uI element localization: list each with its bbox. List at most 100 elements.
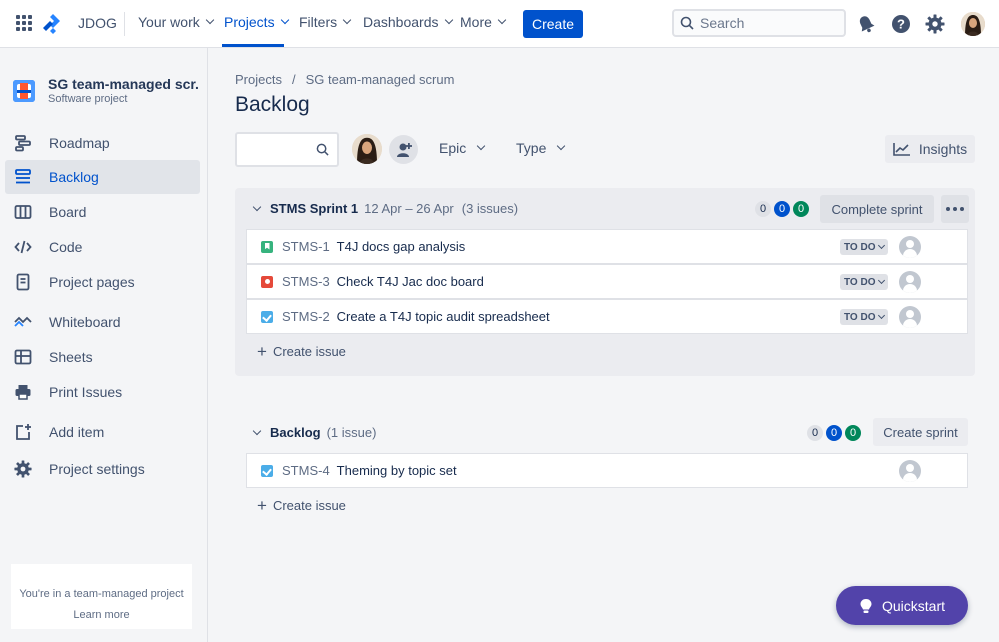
status-dropdown[interactable]: TO DO bbox=[840, 239, 889, 255]
issue-key[interactable]: STMS-1 bbox=[282, 239, 330, 254]
create-issue-button[interactable]: + Create issue bbox=[257, 342, 346, 361]
create-issue-label: Create issue bbox=[272, 498, 346, 513]
page-title: Backlog bbox=[235, 93, 310, 116]
nav-more[interactable]: More bbox=[460, 14, 507, 30]
more-actions-icon[interactable] bbox=[941, 195, 969, 223]
roadmap-icon bbox=[13, 133, 33, 153]
sidebar-item-board[interactable]: Board bbox=[5, 195, 200, 229]
create-button[interactable]: Create bbox=[523, 10, 583, 38]
assignee-avatar[interactable] bbox=[899, 306, 921, 328]
nav-projects[interactable]: Projects bbox=[224, 14, 289, 30]
plus-icon: + bbox=[257, 496, 267, 515]
issue-row[interactable]: STMS-3 Check T4J Jac doc board TO DO bbox=[246, 264, 968, 299]
sidebar-item-whiteboard[interactable]: Whiteboard bbox=[5, 305, 200, 339]
breadcrumb-project[interactable]: SG team-managed scrum bbox=[306, 72, 455, 87]
user-avatar[interactable] bbox=[961, 12, 985, 36]
chevron-down-icon bbox=[444, 15, 453, 25]
printer-icon bbox=[13, 382, 33, 402]
complete-sprint-button[interactable]: Complete sprint bbox=[820, 195, 934, 223]
project-name[interactable]: SG team-managed scr... bbox=[48, 76, 198, 92]
sheets-icon bbox=[13, 347, 33, 367]
project-avatar[interactable] bbox=[13, 80, 35, 102]
assignee-filter-avatar[interactable] bbox=[352, 134, 382, 164]
nav-label: Filters bbox=[299, 14, 338, 30]
done-count: 0 bbox=[845, 425, 861, 441]
backlog-status-counts: 0 0 0 bbox=[807, 425, 861, 441]
sidebar-item-label: Project settings bbox=[49, 461, 145, 477]
search-input[interactable]: Search bbox=[672, 9, 846, 37]
task-icon bbox=[261, 464, 273, 477]
sidebar-item-code[interactable]: Code bbox=[5, 230, 200, 264]
issue-key[interactable]: STMS-4 bbox=[282, 463, 330, 478]
story-icon bbox=[261, 240, 273, 253]
status-dropdown[interactable]: TO DO bbox=[840, 274, 889, 290]
status-label: TO DO bbox=[844, 276, 876, 288]
project-type: Software project bbox=[48, 93, 128, 105]
nav-divider bbox=[124, 12, 125, 36]
issue-row[interactable]: STMS-4 Theming by topic set bbox=[246, 453, 968, 488]
issue-summary: Theming by topic set bbox=[336, 463, 457, 478]
learn-more-link[interactable]: Learn more bbox=[11, 609, 192, 621]
chevron-down-icon bbox=[252, 202, 262, 211]
sidebar-item-add-item[interactable]: Add item bbox=[5, 415, 200, 449]
bug-icon bbox=[261, 275, 273, 288]
whiteboard-icon bbox=[13, 312, 33, 332]
issue-key[interactable]: STMS-2 bbox=[282, 309, 330, 324]
jira-logo[interactable] bbox=[43, 12, 63, 36]
nav-label: Dashboards bbox=[363, 14, 439, 30]
assignee-avatar[interactable] bbox=[899, 271, 921, 293]
sidebar-item-roadmap[interactable]: Roadmap bbox=[5, 126, 200, 160]
nav-dashboards[interactable]: Dashboards bbox=[363, 14, 453, 30]
epic-filter-label: Epic bbox=[439, 140, 467, 156]
breadcrumb-separator: / bbox=[291, 72, 296, 87]
app-switcher-icon[interactable] bbox=[16, 15, 32, 31]
insights-button[interactable]: Insights bbox=[885, 135, 975, 163]
sidebar-item-print-issues[interactable]: Print Issues bbox=[5, 375, 200, 409]
sprint-header[interactable]: STMS Sprint 1 12 Apr – 26 Apr (3 issues) bbox=[252, 201, 518, 216]
sidebar-item-project-pages[interactable]: Project pages bbox=[5, 265, 200, 299]
sprint-dates: 12 Apr – 26 Apr bbox=[364, 201, 454, 216]
nav-your-work[interactable]: Your work bbox=[138, 14, 214, 30]
search-placeholder: Search bbox=[700, 15, 745, 31]
create-sprint-button[interactable]: Create sprint bbox=[873, 418, 968, 446]
chevron-down-icon bbox=[476, 141, 486, 151]
notifications-icon[interactable] bbox=[854, 12, 878, 36]
page-icon bbox=[13, 272, 33, 292]
plus-icon: + bbox=[257, 342, 267, 361]
site-name[interactable]: JDOG bbox=[78, 15, 117, 31]
active-nav-indicator bbox=[222, 44, 284, 47]
todo-count: 0 bbox=[807, 425, 823, 441]
issue-key[interactable]: STMS-3 bbox=[282, 274, 330, 289]
status-dropdown[interactable]: TO DO bbox=[840, 309, 889, 325]
help-icon[interactable]: ? bbox=[889, 12, 913, 36]
quickstart-button[interactable]: Quickstart bbox=[836, 586, 968, 625]
sidebar-item-label: Sheets bbox=[49, 349, 93, 365]
status-label: TO DO bbox=[844, 241, 876, 253]
type-filter-label: Type bbox=[516, 140, 547, 156]
nav-filters[interactable]: Filters bbox=[299, 14, 352, 30]
settings-gear-icon[interactable] bbox=[923, 12, 947, 36]
epic-filter[interactable]: Epic bbox=[439, 140, 486, 156]
team-managed-text: You're in a team-managed project bbox=[19, 588, 184, 600]
issue-row[interactable]: STMS-2 Create a T4J topic audit spreadsh… bbox=[246, 299, 968, 334]
chevron-down-icon bbox=[252, 426, 262, 435]
type-filter[interactable]: Type bbox=[516, 140, 566, 156]
svg-text:?: ? bbox=[897, 17, 905, 32]
chevron-down-icon bbox=[205, 15, 214, 25]
issue-row[interactable]: STMS-1 T4J docs gap analysis TO DO bbox=[246, 229, 968, 264]
breadcrumb-projects[interactable]: Projects bbox=[235, 72, 282, 87]
add-people-icon[interactable] bbox=[389, 135, 418, 164]
assignee-avatar[interactable] bbox=[899, 236, 921, 258]
assignee-avatar[interactable] bbox=[899, 460, 921, 482]
in-progress-count: 0 bbox=[774, 201, 790, 217]
sidebar-item-project-settings[interactable]: Project settings bbox=[5, 452, 200, 486]
sidebar-item-backlog[interactable]: Backlog bbox=[5, 160, 200, 194]
breadcrumb: Projects / SG team-managed scrum bbox=[235, 72, 454, 87]
chevron-down-icon bbox=[342, 15, 352, 25]
backlog-search-input[interactable] bbox=[235, 132, 339, 167]
nav-label: More bbox=[460, 14, 492, 30]
backlog-header[interactable]: Backlog (1 issue) bbox=[252, 425, 376, 440]
create-issue-button[interactable]: + Create issue bbox=[257, 496, 346, 515]
add-item-icon bbox=[13, 422, 33, 442]
sidebar-item-sheets[interactable]: Sheets bbox=[5, 340, 200, 374]
